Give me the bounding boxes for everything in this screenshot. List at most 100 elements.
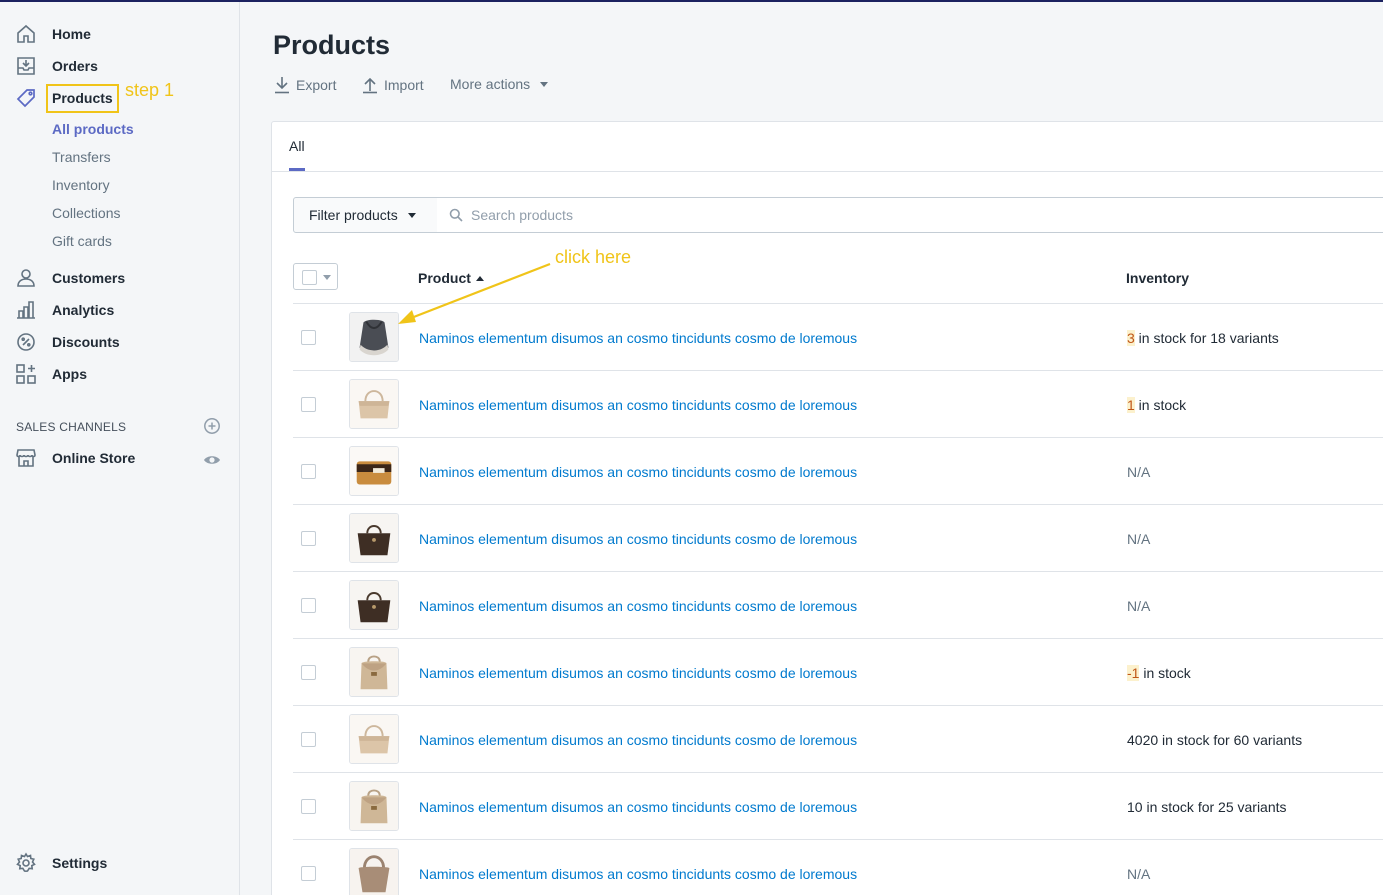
table-row[interactable]: Naminos elementum disumos an cosmo tinci… xyxy=(293,371,1383,438)
discount-icon xyxy=(17,333,35,351)
sidebar-item-label: Home xyxy=(52,26,91,42)
home-icon xyxy=(17,24,35,43)
product-name-link[interactable]: Naminos elementum disumos an cosmo tinci… xyxy=(419,397,857,413)
sidebar: Home Orders Products step 1 All products… xyxy=(0,2,240,895)
sidebar-subitem-inventory[interactable]: Inventory xyxy=(52,177,110,193)
product-name-link[interactable]: Naminos elementum disumos an cosmo tinci… xyxy=(419,598,857,614)
customer-icon xyxy=(17,269,35,287)
table-row[interactable]: Naminos elementum disumos an cosmo tinci… xyxy=(293,505,1383,572)
sidebar-subitem-transfers[interactable]: Transfers xyxy=(52,149,111,165)
row-checkbox[interactable] xyxy=(301,531,316,546)
row-checkbox[interactable] xyxy=(301,799,316,814)
product-name-link[interactable]: Naminos elementum disumos an cosmo tinci… xyxy=(419,330,857,346)
stock-count: 3 xyxy=(1127,330,1135,346)
inventory-cell: 1 in stock xyxy=(1127,397,1186,413)
step-annotation: step 1 xyxy=(125,80,175,100)
sidebar-item-home[interactable]: Home xyxy=(0,20,239,48)
search-field[interactable] xyxy=(437,197,1383,233)
caret-down-icon xyxy=(407,212,416,218)
more-actions-label: More actions xyxy=(450,76,531,92)
row-checkbox[interactable] xyxy=(301,330,316,345)
tag-icon xyxy=(16,89,35,108)
sidebar-item-label: Customers xyxy=(52,270,126,286)
row-checkbox[interactable] xyxy=(301,464,316,479)
product-name-link[interactable]: Naminos elementum disumos an cosmo tinci… xyxy=(419,732,857,748)
page-title: Products xyxy=(273,30,391,60)
inventory-cell: N/A xyxy=(1127,598,1151,614)
orders-icon xyxy=(17,57,35,75)
column-header-inventory: Inventory xyxy=(1126,270,1190,286)
sidebar-item-analytics[interactable]: Analytics xyxy=(0,296,239,324)
search-input[interactable] xyxy=(471,207,1271,223)
stock-count: -1 xyxy=(1127,665,1140,681)
select-all-checkbox[interactable] xyxy=(302,270,317,285)
product-thumbnail[interactable] xyxy=(349,647,399,697)
sidebar-item-label: Online Store xyxy=(52,450,136,466)
tab-all[interactable]: All xyxy=(289,138,305,154)
annotation-arrow-icon xyxy=(398,262,551,324)
search-icon xyxy=(449,208,463,222)
click-annotation: click here xyxy=(555,247,632,267)
sidebar-item-apps[interactable]: Apps xyxy=(0,360,239,388)
table-row[interactable]: Naminos elementum disumos an cosmo tinci… xyxy=(293,438,1383,505)
product-thumbnail[interactable] xyxy=(349,446,399,496)
row-checkbox[interactable] xyxy=(301,397,316,412)
table-row[interactable]: Naminos elementum disumos an cosmo tinci… xyxy=(293,773,1383,840)
sidebar-item-customers[interactable]: Customers xyxy=(0,264,239,292)
eye-icon[interactable] xyxy=(203,451,221,469)
download-icon xyxy=(275,77,289,94)
product-thumbnail[interactable] xyxy=(349,781,399,831)
product-thumbnail[interactable] xyxy=(349,379,399,429)
row-checkbox[interactable] xyxy=(301,665,316,680)
table-row[interactable]: Naminos elementum disumos an cosmo tinci… xyxy=(293,706,1383,773)
product-name-link[interactable]: Naminos elementum disumos an cosmo tinci… xyxy=(419,665,857,681)
product-name-link[interactable]: Naminos elementum disumos an cosmo tinci… xyxy=(419,799,857,815)
row-checkbox[interactable] xyxy=(301,598,316,613)
filter-products-button[interactable]: Filter products xyxy=(293,197,438,233)
add-channel-icon[interactable] xyxy=(203,417,221,435)
filter-label: Filter products xyxy=(309,207,398,223)
caret-down-icon xyxy=(540,81,549,87)
stock-label: in stock for 18 variants xyxy=(1134,330,1279,346)
inventory-cell: -1 in stock xyxy=(1127,665,1191,681)
product-name-link[interactable]: Naminos elementum disumos an cosmo tinci… xyxy=(419,464,857,480)
product-thumbnail[interactable] xyxy=(349,513,399,563)
inventory-cell: N/A xyxy=(1127,866,1151,882)
sidebar-subitem-all-products[interactable]: All products xyxy=(52,121,134,137)
product-thumbnail[interactable] xyxy=(349,580,399,630)
stock-count: 1 xyxy=(1127,397,1135,413)
select-all-dropdown[interactable] xyxy=(293,263,338,290)
sidebar-item-orders[interactable]: Orders xyxy=(0,52,239,80)
products-card: All Filter products Product Inventory Na… xyxy=(271,121,1383,895)
sidebar-item-label: Orders xyxy=(52,58,98,74)
sidebar-item-label: Analytics xyxy=(52,302,115,318)
sidebar-item-discounts[interactable]: Discounts xyxy=(0,328,239,356)
divider xyxy=(272,171,1383,172)
more-actions-button[interactable]: More actions xyxy=(450,76,549,92)
step-highlight-box xyxy=(46,84,119,113)
stock-label: in stock xyxy=(1139,665,1191,681)
export-button[interactable]: Export xyxy=(274,76,336,94)
sidebar-item-products[interactable]: Products xyxy=(0,84,239,112)
table-row[interactable]: Naminos elementum disumos an cosmo tinci… xyxy=(293,840,1383,895)
import-button[interactable]: Import xyxy=(362,76,424,94)
stock-label: in stock xyxy=(1134,397,1187,413)
sidebar-item-label: Apps xyxy=(52,366,87,382)
row-checkbox[interactable] xyxy=(301,732,316,747)
sidebar-subitem-collections[interactable]: Collections xyxy=(52,205,120,221)
row-checkbox[interactable] xyxy=(301,866,316,881)
analytics-icon xyxy=(17,301,35,319)
product-name-link[interactable]: Naminos elementum disumos an cosmo tinci… xyxy=(419,866,857,882)
store-icon xyxy=(16,449,36,467)
sidebar-subitem-gift-cards[interactable]: Gift cards xyxy=(52,233,112,249)
product-thumbnail[interactable] xyxy=(349,714,399,764)
sidebar-item-settings[interactable]: Settings xyxy=(0,849,239,877)
sidebar-item-label: Discounts xyxy=(52,334,120,350)
export-label: Export xyxy=(296,77,337,93)
table-row[interactable]: Naminos elementum disumos an cosmo tinci… xyxy=(293,572,1383,639)
inventory-cell: N/A xyxy=(1127,464,1151,480)
table-row[interactable]: Naminos elementum disumos an cosmo tinci… xyxy=(293,639,1383,706)
import-label: Import xyxy=(384,77,424,93)
product-name-link[interactable]: Naminos elementum disumos an cosmo tinci… xyxy=(419,531,857,547)
product-thumbnail[interactable] xyxy=(349,848,399,895)
